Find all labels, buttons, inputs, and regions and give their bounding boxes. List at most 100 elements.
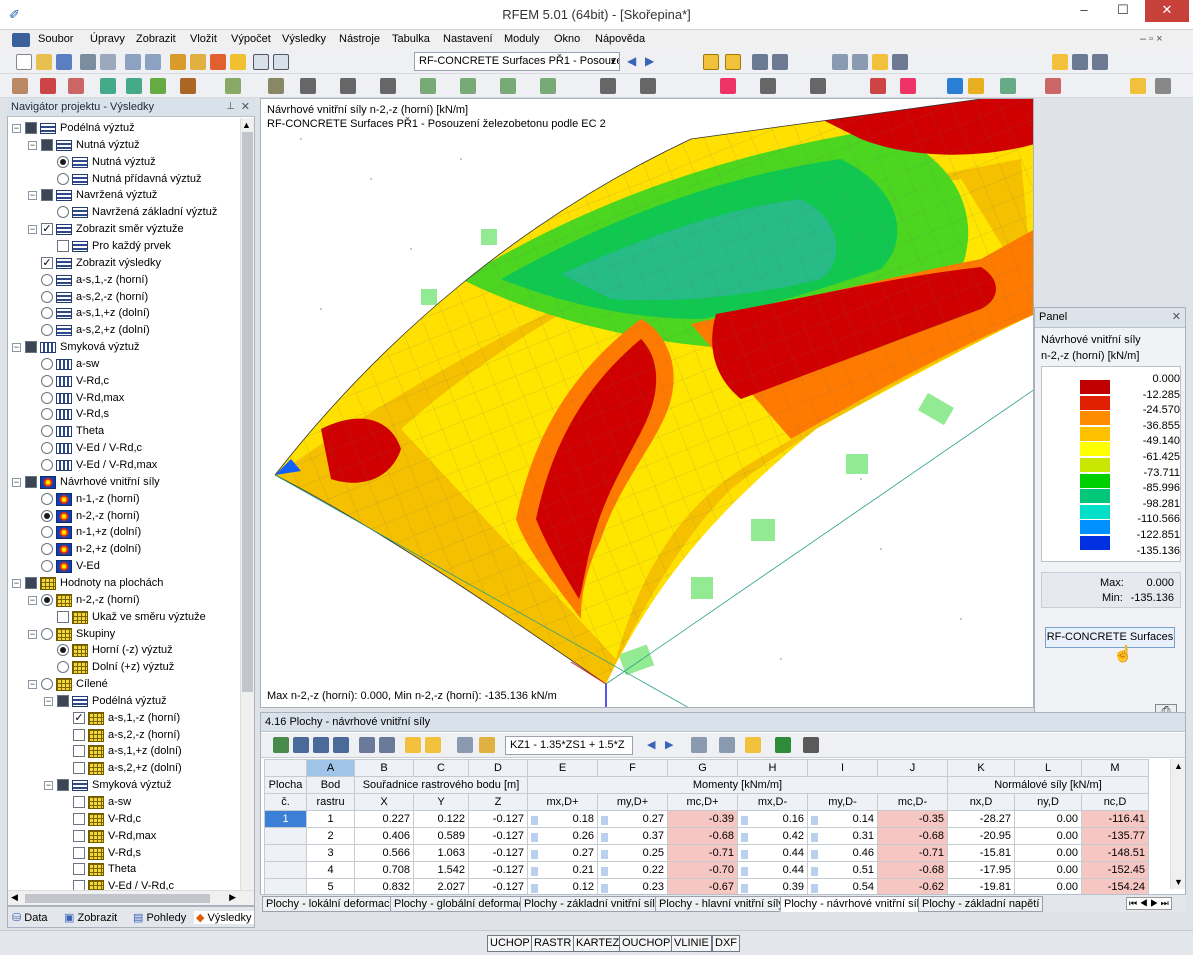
values-icon[interactable] [725, 54, 741, 70]
sections-icon[interactable] [1000, 78, 1016, 94]
radio-button[interactable] [41, 459, 53, 471]
radio-button[interactable] [41, 627, 53, 640]
sheet-tab-global-deform[interactable]: Plochy - globální deformace [390, 896, 535, 912]
table-cell[interactable]: 0.708 [354, 861, 414, 879]
table-cell[interactable]: 0.46 [807, 844, 878, 862]
table-cell[interactable]: 0.27 [527, 844, 598, 862]
collapse-icon[interactable]: − [12, 477, 21, 487]
column-letter[interactable]: B [354, 759, 414, 777]
navigator-scrollbar[interactable]: ▲ [240, 118, 254, 890]
layer-icon[interactable] [720, 78, 736, 94]
tree-item[interactable]: n-2,-z (horní) [8, 508, 240, 525]
settings-icon[interactable] [1072, 54, 1088, 70]
table-cell[interactable]: 0.42 [737, 827, 808, 845]
select-icon[interactable] [268, 78, 284, 94]
dimension-icon[interactable] [180, 78, 196, 94]
sheet-nav-icon[interactable]: ⏮ ◀ ▶ ⏭ [1126, 897, 1172, 910]
tree-item[interactable]: − Smyková výztuž [8, 777, 240, 794]
corner-cell[interactable] [264, 759, 307, 777]
status-dxf[interactable]: DXF [712, 935, 740, 952]
tree-item[interactable]: Navržená základní výztuž [8, 204, 240, 221]
table-cell[interactable]: -116.41 [1081, 810, 1149, 828]
undo-icon[interactable] [125, 54, 141, 70]
column-letter[interactable]: I [807, 759, 878, 777]
tree-item[interactable]: − Návrhové vnitřní síly [8, 474, 240, 491]
tree-item[interactable]: a-s,1,-z (horní) [8, 272, 240, 289]
tree-item[interactable]: V-Rd,max [8, 828, 240, 845]
checkbox[interactable] [73, 728, 85, 741]
tree-item[interactable]: V-Rd,c [8, 373, 240, 390]
collapse-icon[interactable]: − [44, 696, 53, 706]
measure-icon[interactable] [600, 78, 616, 94]
module-icon[interactable] [210, 54, 226, 70]
scroll-right-icon[interactable]: ▶ [229, 892, 236, 903]
table-cell[interactable]: 0.44 [737, 844, 808, 862]
table-settings-icon[interactable] [719, 737, 735, 753]
checkbox[interactable] [57, 610, 69, 623]
table-row[interactable]: 2 0.406 0.589 -0.127 0.26 0.37 -0.68 0.42 0.31 -0… [264, 827, 1149, 845]
table-row[interactable]: 4 0.708 1.542 -0.127 0.21 0.22 -0.70 0.44 0.51 -0… [264, 861, 1149, 879]
menu-okno[interactable]: Okno [554, 33, 580, 45]
table-cell[interactable]: 0.22 [597, 861, 668, 879]
checkbox[interactable] [57, 239, 69, 252]
results-on-icon[interactable] [703, 54, 719, 70]
table-results-icon[interactable] [405, 737, 421, 753]
panel-toggle-icon[interactable] [1130, 78, 1146, 94]
menu-napoveda[interactable]: Nápověda [595, 33, 645, 45]
table-next-icon[interactable]: ▶ [665, 738, 673, 751]
table-cell[interactable]: 0.21 [527, 861, 598, 879]
radio-button[interactable] [57, 661, 69, 674]
radio-button[interactable] [41, 408, 53, 421]
tristate-checkbox[interactable] [25, 576, 37, 589]
collapse-icon[interactable]: − [28, 191, 37, 201]
table-cell[interactable]: 0.00 [1014, 844, 1082, 862]
tristate-checkbox[interactable] [41, 189, 53, 202]
tree-item[interactable]: − Skupiny [8, 626, 240, 643]
table-columns-icon[interactable] [333, 737, 349, 753]
table-cell[interactable]: -19.81 [947, 878, 1015, 896]
sheet-tab-principal-forces[interactable]: Plochy - hlavní vnitřní síly [655, 896, 788, 912]
view-x-icon[interactable] [460, 78, 476, 94]
hscroll-thumb[interactable] [25, 894, 210, 903]
radio-button[interactable] [57, 172, 69, 185]
column-letter[interactable]: F [597, 759, 668, 777]
menu-moduly[interactable]: Moduly [504, 33, 539, 45]
table-cell[interactable]: -0.62 [877, 878, 948, 896]
table-cell[interactable]: -152.45 [1081, 861, 1149, 879]
tree-item[interactable]: − n-2,-z (horní) [8, 592, 240, 609]
line-icon[interactable] [40, 78, 56, 94]
tree-item[interactable]: − Nutná výztuž [8, 137, 240, 154]
table-cell[interactable]: -135.77 [1081, 827, 1149, 845]
column-letter[interactable]: D [468, 759, 528, 777]
table-prev-icon[interactable]: ◀ [647, 738, 655, 751]
scroll-left-icon[interactable]: ◀ [11, 892, 18, 903]
grid-icon[interactable] [1045, 78, 1061, 94]
tristate-checkbox[interactable] [25, 341, 37, 354]
table-cell[interactable]: 0.23 [597, 878, 668, 896]
tree-item[interactable]: V-Ed [8, 558, 240, 575]
tristate-checkbox[interactable]: ✓ [41, 223, 53, 236]
tree-item[interactable]: Horní (-z) výztuž [8, 642, 240, 659]
table-cell[interactable]: 0.16 [737, 810, 808, 828]
radio-button[interactable] [41, 290, 53, 303]
collapse-icon[interactable]: − [28, 680, 37, 690]
table-cell[interactable]: 1.542 [413, 861, 469, 879]
menu-zobrazit[interactable]: Zobrazit [136, 33, 176, 45]
menu-vypocet[interactable]: Výpočet [231, 33, 271, 45]
tree-item[interactable]: V-Rd,s [8, 406, 240, 423]
radio-button[interactable] [57, 644, 69, 657]
view-icon[interactable] [772, 54, 788, 70]
table-cell[interactable]: 1 [306, 810, 355, 828]
color-scale-icon[interactable] [947, 78, 963, 94]
table-cell[interactable]: 0.31 [807, 827, 878, 845]
tree-item[interactable]: − Navržená výztuž [8, 187, 240, 204]
table-select-icon[interactable] [425, 737, 441, 753]
tree-item[interactable]: V-Rd,max [8, 390, 240, 407]
checkbox[interactable] [73, 745, 85, 758]
tree-item[interactable]: − Hodnoty na plochách [8, 575, 240, 592]
radio-button[interactable] [41, 273, 53, 286]
tristate-checkbox[interactable] [41, 138, 53, 151]
sheet-tab-basic-forces[interactable]: Plochy - základní vnitřní síly [520, 896, 665, 912]
render-icon[interactable] [832, 54, 848, 70]
tree-item[interactable]: a-s,2,+z (dolní) [8, 322, 240, 339]
